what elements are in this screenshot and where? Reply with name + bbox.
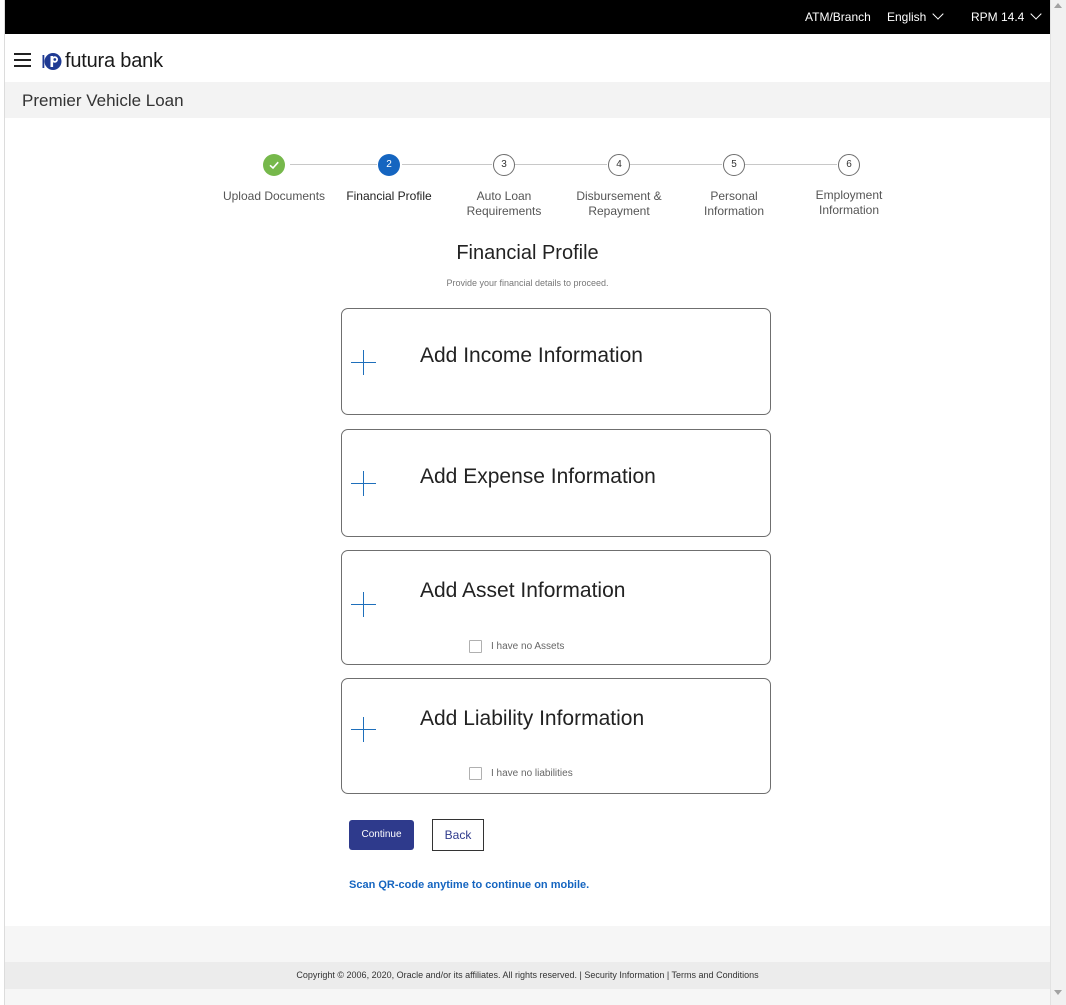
step-connector [745,164,837,165]
section-subtitle: Provide your financial details to procee… [446,278,609,288]
no-assets-checkbox-row[interactable]: I have no Assets [469,640,564,653]
plus-icon [351,592,376,617]
no-liabilities-label: I have no liabilities [491,768,573,779]
step-connector [515,164,607,165]
check-icon [269,161,279,170]
no-liabilities-checkbox-row[interactable]: I have no liabilities [469,767,573,780]
add-expense-title: Add Expense Information [420,465,656,488]
plus-icon [351,350,376,375]
step-1-circle [263,154,285,176]
add-liability-title: Add Liability Information [420,707,645,730]
page-title-bar: Premier Vehicle Loan [5,82,1050,118]
step-2-label: Financial Profile [346,189,432,203]
chevron-down-icon [1030,8,1043,20]
brand-name: futura bank [65,49,163,72]
back-button[interactable]: Back [432,819,484,851]
no-assets-label: I have no Assets [491,641,565,652]
section-title: Financial Profile [456,242,599,264]
scan-qr-link[interactable]: Scan QR-code anytime to continue on mobi… [349,879,589,891]
menu-icon[interactable] [14,53,31,67]
step-1-label: Upload Documents [222,189,326,203]
step-connector [290,164,377,165]
language-selector[interactable]: English [887,0,945,34]
page-title: Premier Vehicle Loan [22,91,184,110]
step-2-circle: 2 [378,154,400,176]
logo-icon [42,52,62,70]
version-label: RPM 14.4 [971,10,1025,24]
scroll-up-arrow-icon[interactable] [1054,3,1062,8]
app-header: futura bank [5,34,1050,82]
add-asset-card[interactable]: Add Asset Information I have no Assets [341,550,771,665]
step-4-label: Disbursement & Repayment [576,189,662,218]
atm-branch-link[interactable]: ATM/Branch [805,0,871,34]
progress-stepper: 2 3 4 5 6 Upload Documents Financial Pro… [5,118,1050,228]
step-connector [630,164,722,165]
top-bar: ATM/Branch English RPM 14.4 [5,0,1050,34]
add-expense-card[interactable]: Add Expense Information [341,429,771,537]
version-selector[interactable]: RPM 14.4 [971,0,1043,34]
footer: Copyright © 2006, 2020, Oracle and/or it… [5,962,1050,989]
add-income-card[interactable]: Add Income Information [341,308,771,415]
language-label: English [887,10,927,24]
add-asset-title: Add Asset Information [420,579,626,602]
step-4-circle: 4 [608,154,630,176]
step-3-circle: 3 [493,154,515,176]
brand-logo[interactable]: futura bank [41,49,163,73]
step-6-label: Employment Information [815,188,883,217]
step-3-label: Auto Loan Requirements [466,189,542,218]
vertical-scrollbar[interactable] [1050,0,1066,1005]
plus-icon [351,717,376,742]
step-connector [402,164,492,165]
no-assets-checkbox[interactable] [469,640,482,653]
scroll-down-arrow-icon[interactable] [1054,990,1062,995]
plus-icon [351,471,376,496]
continue-button[interactable]: Continue [349,820,414,850]
chevron-down-icon [932,8,945,20]
main-content: 2 3 4 5 6 Upload Documents Financial Pro… [5,118,1050,926]
no-liabilities-checkbox[interactable] [469,767,482,780]
add-income-title: Add Income Information [420,344,643,367]
step-5-label: Personal Information [703,189,765,218]
add-liability-card[interactable]: Add Liability Information I have no liab… [341,678,771,794]
step-5-circle: 5 [723,154,745,176]
step-6-circle: 6 [838,154,860,176]
